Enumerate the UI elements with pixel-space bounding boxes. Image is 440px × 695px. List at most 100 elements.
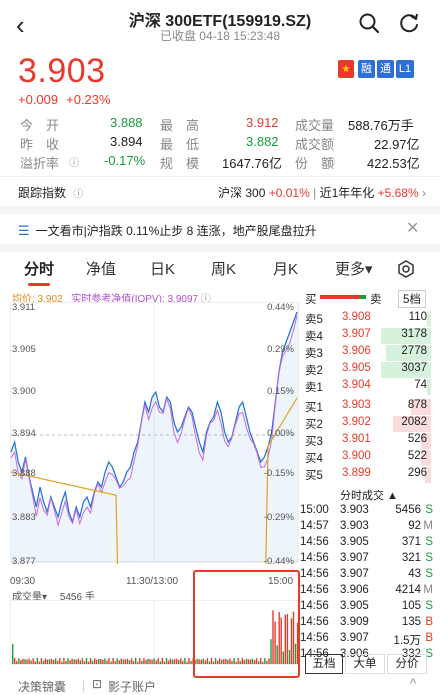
- level-price: 3.899: [342, 467, 371, 479]
- ask-row[interactable]: 卖1 3.904 74: [300, 378, 435, 396]
- level-price: 3.903: [342, 399, 371, 411]
- volume-bar: [108, 658, 110, 664]
- volume-bar: [112, 658, 114, 664]
- tab-weekly-k[interactable]: 周K: [211, 258, 236, 279]
- level-volume: 296: [407, 467, 427, 479]
- shadow-account-link[interactable]: 影子账户: [108, 678, 156, 695]
- section-gap: [0, 206, 440, 214]
- decision-tips-link[interactable]: 决策锦囊: [18, 678, 66, 695]
- level-volume: 3178: [401, 328, 427, 340]
- volume-bar: [159, 661, 161, 664]
- news-banner[interactable]: ☰ 一文看市|沪指跌 0.11%止步 8 连涨，地产股尾盘拉升: [18, 222, 317, 239]
- trade-side: M: [423, 584, 433, 596]
- order-book-tabs: 五档 大单 分价: [300, 654, 430, 674]
- trade-price: 3.903: [340, 504, 369, 516]
- volume-bar: [71, 658, 73, 664]
- margin-tag[interactable]: 融: [358, 60, 375, 78]
- tab-five-level[interactable]: 五档: [305, 654, 343, 674]
- chevron-up-icon[interactable]: ^: [410, 676, 416, 691]
- volume-bar: [12, 644, 14, 664]
- trade-volume: 4214: [395, 584, 421, 596]
- volume-bar: [139, 658, 141, 664]
- tracking-index-values[interactable]: 沪深 300 +0.01% | 近1年年化 +5.68% ›: [218, 184, 426, 201]
- volume-bar: [110, 661, 112, 664]
- volume-bar: [30, 660, 32, 664]
- info-icon[interactable]: ⓘ: [73, 189, 83, 200]
- volume-bar: [32, 658, 34, 664]
- volume-bar: [83, 661, 86, 664]
- stats-row-2: 昨 收 3.894 最 低 3.882 成交额 22.97亿: [0, 134, 440, 152]
- trade-side: M: [423, 520, 433, 532]
- level1-tag[interactable]: L1: [396, 60, 414, 78]
- annual-label: 近1年年化: [319, 186, 375, 200]
- bid-row[interactable]: 买5 3.899 296: [300, 466, 435, 484]
- volume-bar: [120, 658, 122, 664]
- level-selector[interactable]: 5档: [398, 290, 426, 308]
- trade-price: 3.905: [340, 600, 369, 612]
- info-icon[interactable]: ⓘ: [69, 154, 79, 169]
- level-label: 买2: [305, 419, 323, 431]
- volume-bar: [65, 661, 67, 664]
- stats-row-1: 今 开 3.888 最 高 3.912 成交量 588.76万手: [0, 115, 440, 133]
- volume-bar: [145, 659, 147, 664]
- level-price: 3.902: [342, 416, 371, 428]
- settings-icon[interactable]: [397, 260, 415, 278]
- tracking-index-label[interactable]: 跟踪指数 ⓘ: [18, 184, 83, 201]
- ask-row[interactable]: 卖2 3.905 3037: [300, 361, 435, 379]
- bid-row[interactable]: 买2 3.902 2082: [300, 415, 435, 433]
- active-tab-indicator: [28, 283, 50, 286]
- tab-large-order[interactable]: 大单: [345, 654, 385, 674]
- tab-more[interactable]: 更多▾: [335, 258, 373, 279]
- china-flag-icon: ★: [338, 60, 354, 78]
- tab-nav[interactable]: 净值: [86, 258, 116, 279]
- trade-time: 14:57: [300, 520, 329, 532]
- connect-tag[interactable]: 通: [377, 60, 394, 78]
- tab-price-dist[interactable]: 分价: [387, 654, 427, 674]
- trade-price: 3.903: [340, 520, 369, 532]
- trades-header[interactable]: 分时成交 ▲: [340, 487, 398, 503]
- tab-monthly-k[interactable]: 月K: [273, 258, 298, 279]
- level-volume: 110: [408, 311, 427, 323]
- bid-row[interactable]: 买4 3.900 522: [300, 449, 435, 467]
- volume-bar: [116, 658, 118, 664]
- level-price: 3.901: [342, 433, 371, 445]
- info-icon[interactable]: ⓘ: [325, 154, 335, 169]
- volume-bar: [20, 660, 22, 664]
- prev-close-value: 3.894: [110, 134, 143, 149]
- level-volume: 2082: [401, 416, 427, 428]
- x-label-noon: 11:30/13:00: [126, 576, 179, 587]
- buy-header: 买: [305, 294, 317, 306]
- search-icon[interactable]: [358, 12, 380, 34]
- volume-bar: [87, 661, 90, 664]
- trade-volume: 105: [401, 600, 421, 612]
- level-label: 卖3: [305, 348, 323, 360]
- trade-volume: 43: [408, 568, 421, 580]
- header: ‹ 沪深 300ETF(159919.SZ) 已收盘 04-18 15:23:4…: [0, 0, 440, 46]
- volume-bar: [69, 660, 71, 664]
- tab-daily-k[interactable]: 日K: [150, 258, 175, 279]
- bid-row[interactable]: 买3 3.901 526: [300, 432, 435, 450]
- order-book: 买 卖 5档 卖5 3.908 110 卖4 3.907 3178 卖3 3.906 2778 卖…: [300, 290, 435, 666]
- volume-bar: [98, 659, 100, 664]
- bid-row[interactable]: 买1 3.903 878: [300, 398, 435, 416]
- ask-row[interactable]: 卖5 3.908 110: [300, 310, 435, 328]
- volume-bar: [28, 658, 30, 664]
- volume-bar: [36, 658, 38, 664]
- trade-time: 15:00: [300, 504, 329, 516]
- volume-bar: [94, 658, 96, 664]
- volume-bar: [79, 660, 81, 664]
- footer: 决策锦囊 | ⊡ 影子账户 ^: [18, 676, 417, 695]
- volume-bar: [106, 660, 108, 664]
- ask-row[interactable]: 卖4 3.907 3178: [300, 327, 435, 345]
- trade-time: 14:56: [300, 616, 329, 628]
- level-label: 卖1: [305, 382, 323, 394]
- refresh-icon[interactable]: [398, 12, 420, 34]
- ask-row[interactable]: 卖3 3.906 2778: [300, 344, 435, 362]
- close-icon[interactable]: ✕: [406, 218, 419, 238]
- level-label: 买4: [305, 453, 323, 465]
- volume-bar: [182, 660, 184, 664]
- volume-bar: [135, 658, 137, 664]
- volume-bar: [81, 658, 84, 664]
- volume-bar: [151, 659, 153, 664]
- tab-intraday[interactable]: 分时: [24, 258, 54, 279]
